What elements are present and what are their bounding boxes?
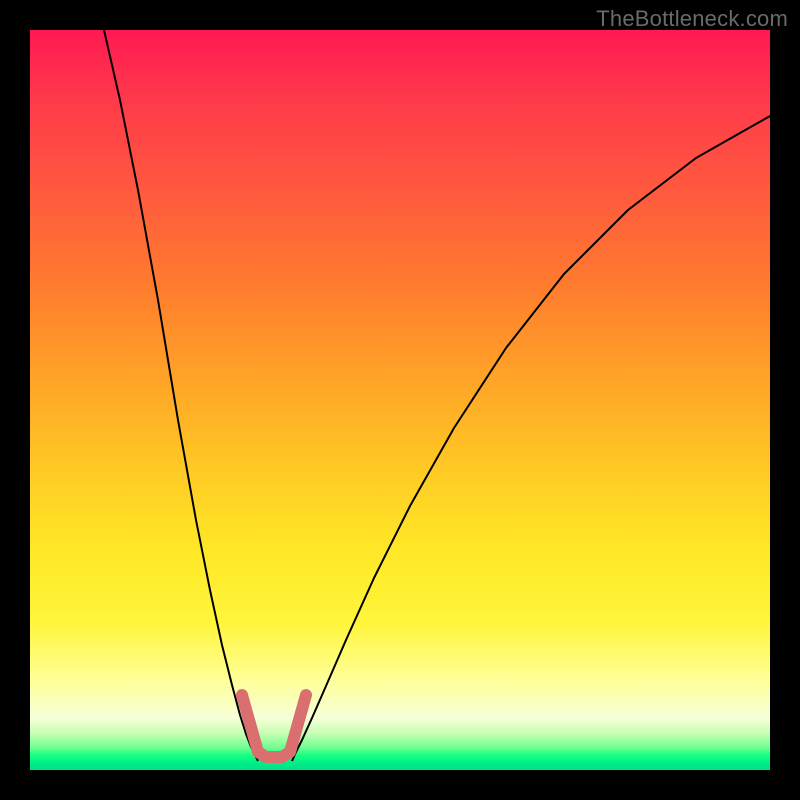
- chart-plot-area: [30, 30, 770, 770]
- chart-curves: [30, 30, 770, 770]
- chart-frame: TheBottleneck.com: [0, 0, 800, 800]
- left-curve: [104, 30, 258, 761]
- watermark-text: TheBottleneck.com: [596, 6, 788, 32]
- marker-v: [242, 695, 306, 757]
- right-curve: [292, 116, 770, 761]
